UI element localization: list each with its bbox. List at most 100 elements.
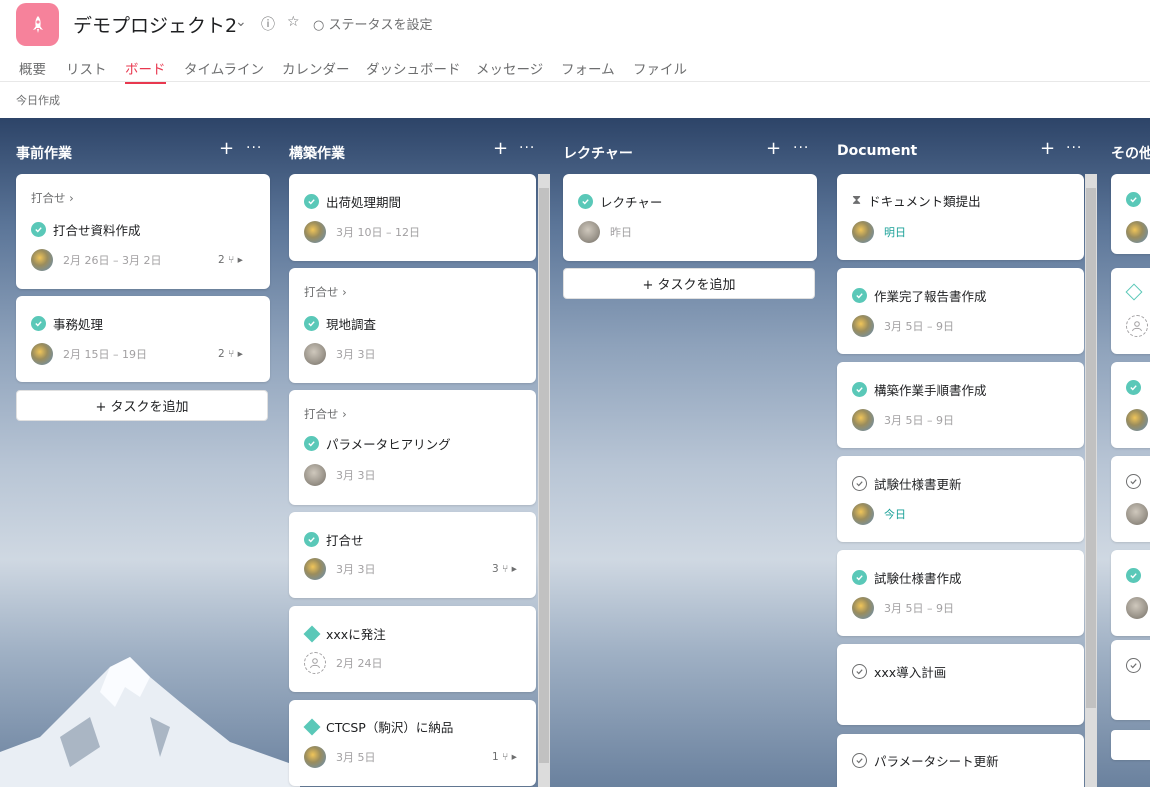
created-today-filter[interactable]: 今日作成 — [16, 92, 60, 108]
task-card[interactable]: 構築作業手順書作成 3月 5日 – 9日 — [837, 362, 1084, 448]
due-date[interactable]: 昨日 — [610, 224, 632, 240]
column-title[interactable]: レクチャー — [563, 143, 633, 163]
task-name[interactable]: ドキュメント類提出 — [868, 191, 981, 210]
avatar[interactable] — [304, 746, 326, 768]
add-task-button[interactable]: + タスクを追加 — [16, 390, 268, 421]
task-card[interactable]: ⧗ ドキュメント類提出 明日 — [837, 174, 1084, 260]
avatar[interactable] — [852, 315, 874, 337]
tab-overview[interactable]: 概要 — [19, 58, 46, 84]
task-card[interactable] — [1111, 268, 1150, 354]
task-card[interactable]: 作業完了報告書作成 3月 5日 – 9日 — [837, 268, 1084, 354]
column-more-icon[interactable]: ··· — [1066, 140, 1082, 156]
column-add-icon[interactable]: + — [219, 138, 234, 159]
check-icon[interactable] — [1126, 192, 1141, 207]
column-more-icon[interactable]: ··· — [246, 140, 262, 156]
check-icon[interactable] — [304, 532, 319, 547]
task-card[interactable] — [1111, 362, 1150, 448]
task-name[interactable]: 試験仕様書更新 — [874, 474, 962, 493]
subtask-count[interactable]: 2 ⑂ ▸ — [218, 254, 243, 266]
task-name[interactable]: 試験仕様書作成 — [874, 568, 962, 587]
due-date[interactable]: 明日 — [884, 224, 906, 240]
task-name[interactable]: 現地調査 — [326, 314, 376, 333]
milestone-icon[interactable] — [303, 718, 321, 735]
task-name[interactable]: レクチャー — [600, 192, 662, 211]
task-card[interactable]: xxx導入計画 — [837, 644, 1084, 725]
scrollbar-thumb[interactable] — [1086, 188, 1096, 708]
add-task-button[interactable] — [1111, 730, 1150, 760]
task-name[interactable]: CTCSP（駒沢）に納品 — [326, 717, 453, 736]
task-card[interactable]: パラメータシート更新 — [837, 734, 1084, 787]
task-card[interactable]: xxxに発注 2月 24日 — [289, 606, 536, 692]
task-card[interactable] — [1111, 550, 1150, 636]
subtask-count[interactable]: 3 ⑂ ▸ — [492, 563, 517, 575]
due-date[interactable]: 2月 15日 – 19日 — [63, 346, 147, 362]
task-name[interactable]: 打合せ — [326, 530, 364, 549]
tab-forms[interactable]: フォーム — [561, 58, 615, 84]
task-name[interactable]: 打合せ資料作成 — [53, 220, 141, 239]
avatar[interactable] — [852, 409, 874, 431]
due-date[interactable]: 3月 5日 – 9日 — [884, 318, 954, 334]
tab-list[interactable]: リスト — [66, 58, 107, 84]
check-icon[interactable] — [578, 194, 593, 209]
check-icon[interactable] — [852, 382, 867, 397]
task-name[interactable]: 作業完了報告書作成 — [874, 286, 987, 305]
avatar[interactable] — [1126, 221, 1148, 243]
check-icon[interactable] — [852, 570, 867, 585]
task-name[interactable]: パラメータヒアリング — [326, 434, 451, 453]
check-icon[interactable] — [31, 222, 46, 237]
milestone-icon[interactable] — [303, 625, 321, 642]
column-title[interactable]: Document — [837, 143, 917, 159]
avatar[interactable] — [852, 597, 874, 619]
check-outline-icon[interactable] — [852, 753, 867, 768]
tab-board[interactable]: ボード — [125, 58, 166, 84]
task-card[interactable]: 出荷処理期間 3月 10日 – 12日 — [289, 174, 536, 261]
project-icon[interactable] — [16, 3, 59, 46]
unassigned-avatar-icon[interactable] — [1126, 315, 1148, 337]
column-scrollbar[interactable] — [538, 174, 550, 787]
due-date[interactable]: 2月 26日 – 3月 2日 — [63, 252, 161, 268]
project-title[interactable]: デモプロジェクト2 — [73, 11, 237, 38]
task-name[interactable]: 事務処理 — [53, 314, 103, 333]
due-date[interactable]: 3月 5日 — [336, 749, 376, 765]
task-name[interactable]: パラメータシート更新 — [874, 751, 999, 770]
add-task-button[interactable]: + タスクを追加 — [563, 268, 815, 299]
check-icon[interactable] — [1126, 380, 1141, 395]
due-date[interactable]: 3月 5日 – 9日 — [884, 600, 954, 616]
avatar[interactable] — [1126, 597, 1148, 619]
task-card[interactable]: 試験仕様書更新 今日 — [837, 456, 1084, 542]
check-icon[interactable] — [304, 316, 319, 331]
column-add-icon[interactable]: + — [493, 138, 508, 159]
tab-calendar[interactable]: カレンダー — [282, 58, 350, 84]
avatar[interactable] — [304, 558, 326, 580]
section-label[interactable]: 打合せ › — [304, 406, 347, 422]
avatar[interactable] — [1126, 409, 1148, 431]
task-card[interactable] — [1111, 174, 1150, 254]
check-icon[interactable] — [304, 436, 319, 451]
column-more-icon[interactable]: ··· — [793, 140, 809, 156]
check-outline-icon[interactable] — [852, 664, 867, 679]
task-name[interactable]: 出荷処理期間 — [326, 192, 401, 211]
task-card[interactable]: CTCSP（駒沢）に納品 3月 5日 1 ⑂ ▸ — [289, 700, 536, 786]
column-more-icon[interactable]: ··· — [519, 140, 535, 156]
avatar[interactable] — [1126, 503, 1148, 525]
check-icon[interactable] — [1126, 568, 1141, 583]
task-card[interactable]: 試験仕様書作成 3月 5日 – 9日 — [837, 550, 1084, 636]
avatar[interactable] — [304, 464, 326, 486]
column-title[interactable]: 構築作業 — [289, 143, 345, 163]
section-label[interactable]: 打合せ › — [31, 190, 74, 206]
chevron-down-icon[interactable]: ⌄ — [235, 14, 247, 30]
subtask-count[interactable]: 2 ⑂ ▸ — [218, 348, 243, 360]
task-name[interactable]: xxx導入計画 — [874, 662, 946, 681]
check-icon[interactable] — [852, 288, 867, 303]
scrollbar-thumb[interactable] — [539, 188, 549, 763]
star-icon[interactable]: ☆ — [287, 14, 300, 30]
due-date[interactable]: 2月 24日 — [336, 655, 383, 671]
column-title[interactable]: 事前作業 — [16, 143, 72, 163]
column-scrollbar[interactable] — [1085, 174, 1097, 787]
task-card[interactable]: レクチャー 昨日 — [563, 174, 817, 261]
due-date[interactable]: 3月 3日 — [336, 467, 376, 483]
column-title[interactable]: その他 — [1111, 143, 1150, 163]
column-add-icon[interactable]: + — [766, 138, 781, 159]
column-add-icon[interactable]: + — [1040, 138, 1055, 159]
task-card[interactable] — [1111, 640, 1150, 720]
